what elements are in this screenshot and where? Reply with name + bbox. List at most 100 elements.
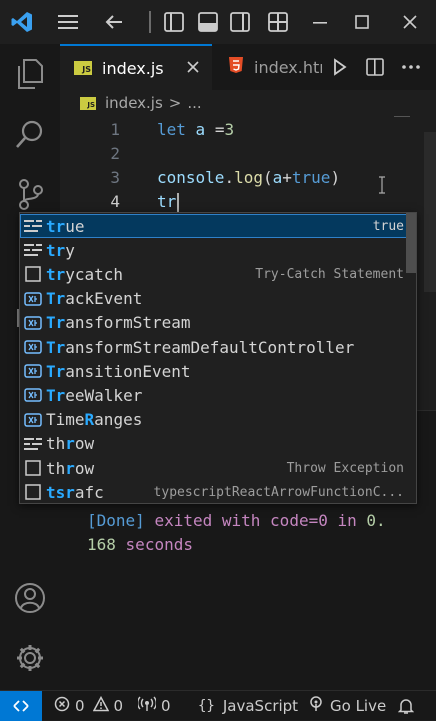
breadcrumb-separator: > [168,94,182,112]
title-bar [0,0,436,44]
ibeam-cursor-icon [378,176,386,194]
snippet-icon [20,456,46,480]
explorer-icon[interactable] [12,56,48,92]
suggestion-item[interactable]: throw [20,432,416,456]
close-tab-icon[interactable] [186,59,200,78]
suggestion-label: TransitionEvent [46,361,191,381]
run-code-icon[interactable] [326,44,354,90]
tab-label: index.htm [254,57,322,77]
error-count: 0 [75,696,85,715]
problems-indicator[interactable]: 0 0 [54,691,123,720]
suggestion-detail: Try-Catch Statement [255,266,404,282]
back-arrow-icon[interactable] [100,8,128,36]
suggest-scrollbar[interactable] [406,213,416,273]
suggestion-label: TransformStreamDefaultController [46,337,355,357]
tab-label: index.js [102,58,164,78]
js-file-icon: JS [74,61,92,75]
variable-icon [20,383,46,407]
suggestion-item[interactable]: try [20,238,416,262]
split-editor-icon[interactable] [360,44,390,90]
menu-icon[interactable] [54,8,82,36]
suggestion-item[interactable]: TreeWalker [20,383,416,407]
breadcrumb-file[interactable]: index.js [105,94,163,112]
vscode-logo-icon [8,8,36,36]
suggestion-item[interactable]: TimeRanges [20,408,416,432]
suggestion-label: throw [46,458,95,478]
suggestion-label: TransformStream [46,313,191,333]
output-line: 168 seconds [87,535,193,554]
editor-tabs: JS index.js index.htm [60,44,436,90]
status-bar: 0 0 0 {} JavaScript Go Live [0,690,436,721]
language-mode[interactable]: {} JavaScript [198,691,298,720]
suggest-widget: true true try trycatch Try-Catch Statement Tr… [19,212,417,504]
go-live-label: Go Live [330,696,387,715]
suggestion-detail: Throw Exception [286,460,404,476]
tab-index-html[interactable]: index.htm [212,44,322,90]
variable-icon [20,408,46,432]
snippet-icon [20,480,46,503]
more-actions-icon[interactable] [396,44,426,90]
js-file-icon: JS [80,96,96,110]
braces-icon: {} [198,697,215,714]
suggestion-detail: typescriptReactArrowFunctionC... [153,484,404,500]
radio-tower-icon [308,695,324,716]
code-line-4: tr [157,192,177,211]
tab-index-js[interactable]: JS index.js [60,44,212,90]
suggestion-label: trycatch [46,264,124,284]
suggestion-label: TreeWalker [46,385,143,405]
output-line: [Done] exited with code=0 in 0. [87,511,386,530]
suggestion-item[interactable]: TransformStream [20,311,416,335]
line-number-current: 4 [110,192,120,211]
suggestion-label: TimeRanges [46,410,143,430]
minimap-slider[interactable] [394,116,410,123]
suggestion-item[interactable]: trycatch Try-Catch Statement [20,262,416,286]
line-number: 2 [110,144,120,163]
account-icon[interactable] [12,580,48,616]
suggestion-item[interactable]: TrackEvent [20,287,416,311]
search-icon[interactable] [12,116,48,152]
settings-gear-icon[interactable] [12,640,48,676]
toggle-panel-icon[interactable] [194,8,222,36]
source-control-icon[interactable] [12,176,48,212]
variable-icon [20,335,46,359]
close-icon[interactable] [396,8,424,36]
breadcrumb: JS index.js > ... [80,90,202,116]
minimize-icon[interactable] [306,8,334,36]
keyword-icon [20,238,46,262]
ports-count: 0 [161,696,171,715]
error-icon [54,696,70,716]
text-cursor [177,193,179,213]
toggle-secondary-sidebar-icon[interactable] [226,8,254,36]
variable-icon [20,359,46,383]
suggestion-item[interactable]: TransitionEvent [20,359,416,383]
code-line-3: console.log(a+true) [157,168,341,187]
keyword-icon [20,432,46,456]
toggle-sidebar-icon[interactable] [160,8,188,36]
line-number: 3 [110,168,120,187]
suggestion-label: try [46,240,75,260]
line-number: 1 [110,120,120,139]
editor-scrollbar[interactable] [424,132,436,292]
warning-count: 0 [113,696,124,715]
html5-icon [228,56,244,78]
maximize-icon[interactable] [348,8,376,36]
customize-layout-icon[interactable] [264,8,292,36]
variable-icon [20,311,46,335]
variable-icon [20,287,46,311]
code-line-1: let a =3 [157,120,235,139]
breadcrumb-symbol[interactable]: ... [187,94,201,112]
warning-icon [92,695,109,716]
ports-indicator[interactable]: 0 [137,691,171,720]
keyword-icon [20,214,46,238]
suggestion-item[interactable]: throw Throw Exception [20,456,416,480]
language-label: JavaScript [222,696,299,715]
go-live-button[interactable]: Go Live [308,691,386,720]
notifications-bell-icon[interactable] [398,691,414,720]
remote-indicator-icon[interactable] [0,691,42,721]
suggestion-item[interactable]: TransformStreamDefaultController [20,335,416,359]
suggestion-label: tsrafc [46,482,104,502]
suggestion-item[interactable]: tsrafc typescriptReactArrowFunctionC... [20,480,416,503]
suggestion-item[interactable]: true true [20,214,416,238]
broadcast-icon [137,696,157,716]
suggestion-label: TrackEvent [46,289,143,309]
